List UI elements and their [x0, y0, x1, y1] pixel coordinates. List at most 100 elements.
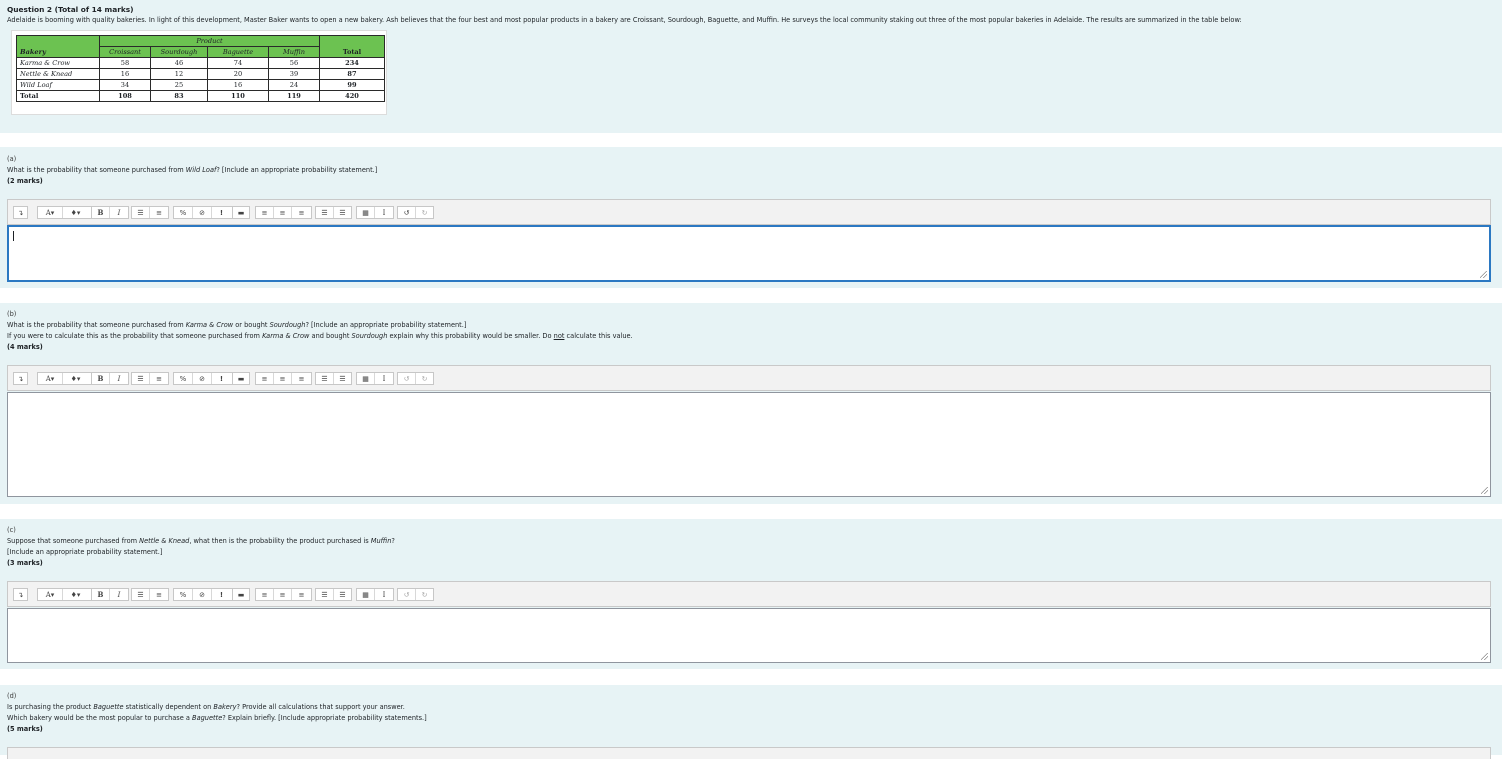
- text: What is the probability that someone pur…: [7, 321, 186, 329]
- part-a-panel: (a) What is the probability that someone…: [0, 147, 1502, 288]
- table-cell: 58: [99, 57, 151, 69]
- table-button[interactable]: ▦: [357, 589, 375, 600]
- unlink-button[interactable]: ⊘: [193, 373, 212, 384]
- bullet-list-button[interactable]: ☰: [132, 373, 150, 384]
- part-c-panel: (c) Suppose that someone purchased from …: [0, 519, 1502, 669]
- emoji-button[interactable]: !: [212, 373, 231, 384]
- part-d-followup: Which bakery would be the most popular t…: [7, 714, 427, 722]
- font-color-button[interactable]: A▾: [38, 373, 63, 384]
- outdent-button[interactable]: ☰: [334, 207, 351, 218]
- image-button[interactable]: ▬: [233, 589, 249, 600]
- part-marks: (4 marks): [7, 343, 43, 351]
- italic-button[interactable]: I: [110, 373, 128, 384]
- part-b-question: What is the probability that someone pur…: [7, 321, 466, 329]
- table-button[interactable]: ▦: [357, 207, 375, 218]
- table-cell: 46: [150, 57, 208, 69]
- undo-button[interactable]: ↺: [398, 589, 416, 600]
- undo-button[interactable]: ↺: [398, 207, 416, 218]
- paragraph-button[interactable]: ↴: [14, 207, 27, 218]
- font-color-button[interactable]: A▾: [38, 207, 63, 218]
- highlight-button[interactable]: ♦▾: [63, 589, 88, 600]
- align-right-button[interactable]: ≡: [292, 207, 311, 218]
- image-button[interactable]: ▬: [233, 207, 249, 218]
- resize-handle-icon[interactable]: [1480, 271, 1487, 278]
- column-total: 110: [207, 90, 269, 102]
- answer-editor[interactable]: [7, 608, 1491, 663]
- bullet-list-button[interactable]: ☰: [132, 207, 150, 218]
- align-center-button[interactable]: ≡: [274, 589, 292, 600]
- redo-button[interactable]: ↻: [416, 373, 433, 384]
- row-total: 99: [319, 79, 385, 91]
- bullet-list-button[interactable]: ☰: [132, 589, 150, 600]
- resize-handle-icon[interactable]: [1481, 653, 1488, 660]
- bakery-name: Karma & Crow: [185, 321, 234, 329]
- unlink-button[interactable]: ⊘: [193, 207, 212, 218]
- bold-button[interactable]: B: [92, 373, 110, 384]
- indent-button[interactable]: ☰: [316, 373, 334, 384]
- table-button[interactable]: ▦: [357, 373, 375, 384]
- row-label: Nettle & Knead: [16, 68, 100, 80]
- clear-format-button[interactable]: I: [375, 207, 393, 218]
- resize-handle-icon[interactable]: [1481, 487, 1488, 494]
- highlight-button[interactable]: ♦▾: [63, 373, 88, 384]
- table-cell: 25: [150, 79, 208, 91]
- indent-button[interactable]: ☰: [316, 207, 334, 218]
- paragraph-button[interactable]: ↴: [14, 373, 27, 384]
- redo-button[interactable]: ↻: [416, 589, 433, 600]
- text: What is the probability that someone pur…: [7, 166, 186, 174]
- bold-button[interactable]: B: [92, 207, 110, 218]
- align-center-button[interactable]: ≡: [274, 373, 292, 384]
- highlight-button[interactable]: ♦▾: [63, 207, 88, 218]
- emoji-button[interactable]: !: [212, 207, 231, 218]
- align-left-button[interactable]: ≡: [256, 589, 274, 600]
- row-total: 87: [319, 68, 385, 80]
- part-label: (d): [7, 692, 17, 700]
- text: , what then is the probability the produ…: [189, 537, 371, 545]
- table-cell: 16: [99, 68, 151, 80]
- paragraph-button[interactable]: ↴: [14, 589, 27, 600]
- text: Which bakery would be the most popular t…: [7, 714, 193, 722]
- table-row: Wild Loaf 34 25 16 24 99: [16, 79, 385, 91]
- column-total: 119: [268, 90, 320, 102]
- text: calculate this value.: [564, 332, 633, 340]
- table-cell: 24: [268, 79, 320, 91]
- align-center-button[interactable]: ≡: [274, 207, 292, 218]
- redo-button[interactable]: ↻: [416, 207, 433, 218]
- text: Is purchasing the product: [7, 703, 94, 711]
- bakery-name: Wild Loaf: [185, 166, 217, 174]
- clear-format-button[interactable]: I: [375, 373, 393, 384]
- grand-total: 420: [319, 90, 385, 102]
- clear-format-button[interactable]: I: [375, 589, 393, 600]
- emoji-button[interactable]: !: [212, 589, 231, 600]
- undo-button[interactable]: ↺: [398, 373, 416, 384]
- align-left-button[interactable]: ≡: [256, 373, 274, 384]
- italic-button[interactable]: I: [110, 207, 128, 218]
- text: or bought: [233, 321, 270, 329]
- text: If you were to calculate this as the pro…: [7, 332, 263, 340]
- table-cell: 12: [150, 68, 208, 80]
- numbered-list-button[interactable]: ≡: [150, 589, 168, 600]
- answer-editor[interactable]: [7, 392, 1491, 497]
- font-color-button[interactable]: A▾: [38, 589, 63, 600]
- italic-button[interactable]: I: [110, 589, 128, 600]
- numbered-list-button[interactable]: ≡: [150, 373, 168, 384]
- numbered-list-button[interactable]: ≡: [150, 207, 168, 218]
- align-left-button[interactable]: ≡: [256, 207, 274, 218]
- outdent-button[interactable]: ☰: [334, 373, 351, 384]
- outdent-button[interactable]: ☰: [334, 589, 351, 600]
- align-right-button[interactable]: ≡: [292, 589, 311, 600]
- indent-button[interactable]: ☰: [316, 589, 334, 600]
- align-right-button[interactable]: ≡: [292, 373, 311, 384]
- bold-button[interactable]: B: [92, 589, 110, 600]
- text: ? Provide all calculations that support …: [236, 703, 405, 711]
- image-button[interactable]: ▬: [233, 373, 249, 384]
- link-button[interactable]: %: [174, 589, 193, 600]
- part-a-question: What is the probability that someone pur…: [7, 166, 377, 174]
- link-button[interactable]: %: [174, 207, 193, 218]
- link-button[interactable]: %: [174, 373, 193, 384]
- column-header: Croissant: [99, 46, 151, 58]
- part-label: (c): [7, 526, 16, 534]
- part-marks: (5 marks): [7, 725, 43, 733]
- unlink-button[interactable]: ⊘: [193, 589, 212, 600]
- answer-editor[interactable]: [7, 225, 1491, 282]
